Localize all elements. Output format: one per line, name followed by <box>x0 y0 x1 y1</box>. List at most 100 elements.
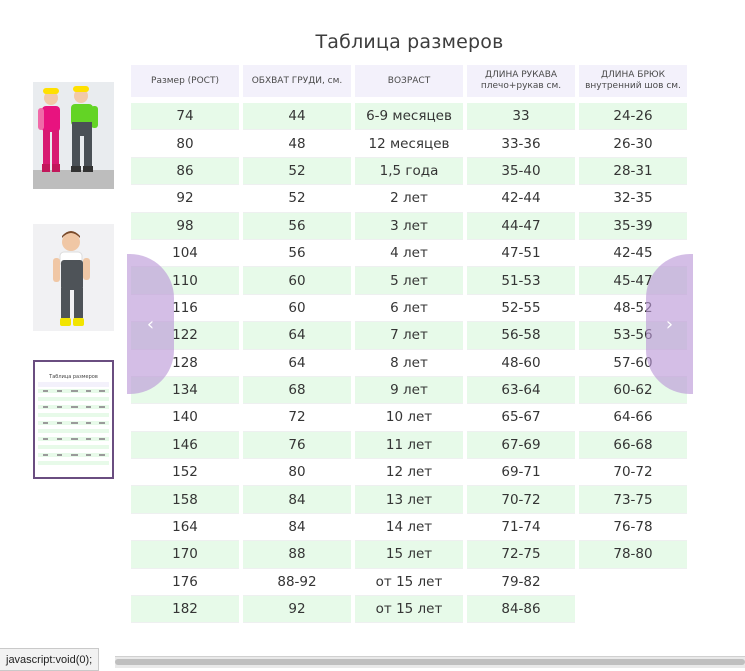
table-cell: 47-51 <box>467 239 575 268</box>
table-cell: 72 <box>243 404 351 432</box>
table-cell: 60 <box>243 294 351 323</box>
table-cell: 35-39 <box>579 212 687 240</box>
table-cell: 170 <box>131 541 239 569</box>
column-header: Размер (РОСТ) <box>131 65 239 97</box>
table-cell: 66-68 <box>579 431 687 460</box>
table-cell: 8 лет <box>355 349 463 377</box>
table-cell: 71-74 <box>467 513 575 542</box>
size-table: Размер (РОСТ) ОБХВАТ ГРУДИ, см. ВОЗРАСТ ДЛИ… <box>131 65 688 624</box>
scrollbar-thumb[interactable] <box>115 659 745 665</box>
table-cell: 68 <box>243 376 351 405</box>
column-header-label: ОБХВАТ ГРУДИ, см. <box>251 75 343 86</box>
table-cell: 14 лет <box>355 513 463 542</box>
table-cell: 72-75 <box>467 541 575 569</box>
table-cell: 140 <box>131 404 239 432</box>
table-cell: 48 <box>243 130 351 158</box>
table-cell: 76-78 <box>579 513 687 542</box>
thumbnail-boy-overalls[interactable] <box>33 224 114 331</box>
table-cell: 88 <box>243 541 351 569</box>
table-cell: 48-60 <box>467 349 575 377</box>
table-cell: 6 лет <box>355 294 463 323</box>
table-cell: 6-9 месяцев <box>355 103 463 131</box>
table-cell: 164 <box>131 513 239 542</box>
table-cell: 64 <box>243 322 351 350</box>
table-cell: от 15 лет <box>355 596 463 624</box>
table-cell: 15 лет <box>355 541 463 569</box>
chevron-left-icon: ‹ <box>146 313 155 335</box>
table-cell: 64-66 <box>579 404 687 432</box>
thumbnail-size-table[interactable]: Таблица размеров <box>33 360 114 479</box>
table-cell: 176 <box>131 568 239 597</box>
table-cell: 84 <box>243 486 351 514</box>
table-cell: 5 лет <box>355 267 463 295</box>
table-cell: 28-31 <box>579 157 687 186</box>
table-cell: 44-47 <box>467 212 575 240</box>
thumbnail-kids-rainwear[interactable] <box>33 82 114 189</box>
table-cell: 11 лет <box>355 431 463 460</box>
table-cell: 9 лет <box>355 376 463 405</box>
horizontal-scrollbar[interactable] <box>115 656 745 668</box>
table-cell: 79-82 <box>467 568 575 597</box>
table-cell: 78-80 <box>579 541 687 569</box>
column-header: ДЛИНА РУКАВА плечо+рукав см. <box>467 65 575 97</box>
table-cell: 52-55 <box>467 294 575 323</box>
table-cell: 92 <box>131 185 239 213</box>
column-header-label: внутренний шов см. <box>585 81 681 91</box>
table-cell: 146 <box>131 431 239 460</box>
mini-title-text: Таблица размеров <box>48 374 98 380</box>
table-cell: 70-72 <box>467 486 575 514</box>
table-cell: 1,5 года <box>355 157 463 186</box>
prev-image-button[interactable]: ‹ <box>127 254 174 394</box>
table-cell: 69-71 <box>467 459 575 487</box>
table-cell: от 15 лет <box>355 568 463 597</box>
table-cell: 12 лет <box>355 459 463 487</box>
table-cell: 26-30 <box>579 130 687 158</box>
table-cell: 63-64 <box>467 376 575 405</box>
table-cell: 98 <box>131 212 239 240</box>
table-cell: 92 <box>243 596 351 624</box>
table-cell: 88-92 <box>243 568 351 597</box>
column-header-label: плечо+рукав см. <box>480 81 562 91</box>
kids-photo-image <box>33 82 114 189</box>
table-cell: 64 <box>243 349 351 377</box>
table-cell: 152 <box>131 459 239 487</box>
table-cell: 76 <box>243 431 351 460</box>
column-header: ОБХВАТ ГРУДИ, см. <box>243 65 351 97</box>
status-bar-url: javascript:void(0); <box>0 648 100 671</box>
column-header-label: Размер (РОСТ) <box>151 75 219 86</box>
table-cell: 52 <box>243 185 351 213</box>
column-header-label: ДЛИНА БРЮК <box>600 70 666 80</box>
table-title: Таблица размеров <box>315 31 504 53</box>
next-image-button[interactable]: › <box>646 254 693 394</box>
size-table-mini-image: Таблица размеров <box>35 362 112 477</box>
table-cell: 52 <box>243 157 351 186</box>
size-table-panel: Таблица размеров Размер (РОСТ) ОБХВАТ ГРУ… <box>131 28 688 628</box>
table-cell: 7 лет <box>355 322 463 350</box>
table-cell: 84 <box>243 513 351 542</box>
table-cell: 86 <box>131 157 239 186</box>
table-cell: 56-58 <box>467 322 575 350</box>
table-cell: 13 лет <box>355 486 463 514</box>
table-cell: 65-67 <box>467 404 575 432</box>
column-header-label: ДЛИНА РУКАВА <box>484 70 558 80</box>
table-cell: 158 <box>131 486 239 514</box>
table-cell: 33-36 <box>467 130 575 158</box>
table-cell: 35-40 <box>467 157 575 186</box>
table-cell: 56 <box>243 212 351 240</box>
table-cell: 10 лет <box>355 404 463 432</box>
table-cell: 80 <box>131 130 239 158</box>
table-cell: 70-72 <box>579 459 687 487</box>
table-cell: 32-35 <box>579 185 687 213</box>
table-cell: 80 <box>243 459 351 487</box>
table-cell: 60 <box>243 267 351 295</box>
column-header: ВОЗРАСТ <box>355 65 463 97</box>
table-cell: 73-75 <box>579 486 687 514</box>
table-cell: 44 <box>243 103 351 131</box>
column-header-label: ВОЗРАСТ <box>387 75 431 86</box>
table-cell <box>579 596 687 623</box>
table-cell: 74 <box>131 103 239 131</box>
table-cell <box>579 569 687 596</box>
column-header: ДЛИНА БРЮК внутренний шов см. <box>579 65 687 97</box>
table-cell: 56 <box>243 239 351 268</box>
table-cell: 33 <box>467 103 575 131</box>
